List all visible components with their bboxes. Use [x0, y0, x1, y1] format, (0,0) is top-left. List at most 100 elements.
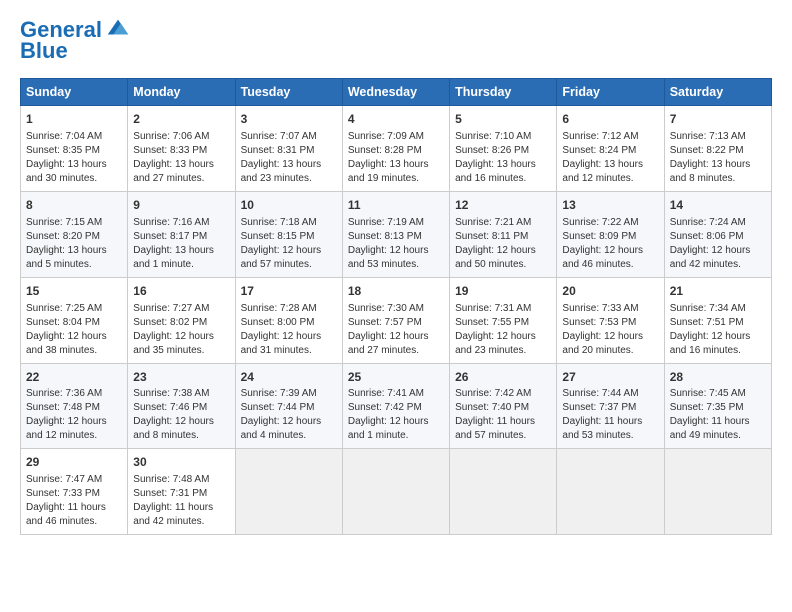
day-info-line: Sunrise: 7:22 AM	[562, 216, 658, 230]
day-info-line: Sunrise: 7:16 AM	[133, 216, 229, 230]
day-info-line: Daylight: 12 hours and 50 minutes.	[455, 244, 551, 272]
col-thursday: Thursday	[450, 79, 557, 106]
day-cell	[450, 449, 557, 535]
day-number: 5	[455, 111, 551, 128]
day-info-line: Sunset: 8:02 PM	[133, 316, 229, 330]
day-number: 18	[348, 283, 444, 300]
day-number: 10	[241, 197, 337, 214]
day-info-line: Sunset: 8:06 PM	[670, 230, 766, 244]
day-number: 30	[133, 454, 229, 471]
day-info-line: Sunset: 7:33 PM	[26, 487, 122, 501]
day-number: 28	[670, 369, 766, 386]
day-cell: 14Sunrise: 7:24 AMSunset: 8:06 PMDayligh…	[664, 191, 771, 277]
day-cell: 29Sunrise: 7:47 AMSunset: 7:33 PMDayligh…	[21, 449, 128, 535]
day-info-line: Sunrise: 7:06 AM	[133, 130, 229, 144]
day-cell: 15Sunrise: 7:25 AMSunset: 8:04 PMDayligh…	[21, 277, 128, 363]
day-cell: 2Sunrise: 7:06 AMSunset: 8:33 PMDaylight…	[128, 106, 235, 192]
day-info-line: Daylight: 12 hours and 35 minutes.	[133, 330, 229, 358]
day-number: 20	[562, 283, 658, 300]
day-info-line: Daylight: 12 hours and 12 minutes.	[26, 415, 122, 443]
day-info-line: Sunrise: 7:09 AM	[348, 130, 444, 144]
col-sunday: Sunday	[21, 79, 128, 106]
day-info-line: Daylight: 13 hours and 23 minutes.	[241, 158, 337, 186]
day-number: 11	[348, 197, 444, 214]
day-number: 24	[241, 369, 337, 386]
day-info-line: Sunset: 8:15 PM	[241, 230, 337, 244]
day-cell: 24Sunrise: 7:39 AMSunset: 7:44 PMDayligh…	[235, 363, 342, 449]
day-info-line: Daylight: 13 hours and 30 minutes.	[26, 158, 122, 186]
day-info-line: Sunrise: 7:33 AM	[562, 302, 658, 316]
day-info-line: Sunrise: 7:12 AM	[562, 130, 658, 144]
col-saturday: Saturday	[664, 79, 771, 106]
day-info-line: Sunset: 8:13 PM	[348, 230, 444, 244]
day-info-line: Sunset: 7:55 PM	[455, 316, 551, 330]
day-info-line: Daylight: 11 hours and 57 minutes.	[455, 415, 551, 443]
day-info-line: Sunset: 8:09 PM	[562, 230, 658, 244]
day-info-line: Sunrise: 7:47 AM	[26, 473, 122, 487]
day-cell: 17Sunrise: 7:28 AMSunset: 8:00 PMDayligh…	[235, 277, 342, 363]
day-info-line: Sunset: 8:00 PM	[241, 316, 337, 330]
day-number: 21	[670, 283, 766, 300]
day-number: 26	[455, 369, 551, 386]
day-cell: 25Sunrise: 7:41 AMSunset: 7:42 PMDayligh…	[342, 363, 449, 449]
day-cell: 13Sunrise: 7:22 AMSunset: 8:09 PMDayligh…	[557, 191, 664, 277]
day-info-line: Sunrise: 7:10 AM	[455, 130, 551, 144]
day-info-line: Daylight: 12 hours and 8 minutes.	[133, 415, 229, 443]
day-info-line: Daylight: 11 hours and 42 minutes.	[133, 501, 229, 529]
week-row-2: 8Sunrise: 7:15 AMSunset: 8:20 PMDaylight…	[21, 191, 772, 277]
day-info-line: Sunset: 8:24 PM	[562, 144, 658, 158]
day-info-line: Sunset: 8:35 PM	[26, 144, 122, 158]
day-info-line: Daylight: 12 hours and 42 minutes.	[670, 244, 766, 272]
day-info-line: Sunrise: 7:45 AM	[670, 387, 766, 401]
day-number: 17	[241, 283, 337, 300]
day-info-line: Sunset: 8:22 PM	[670, 144, 766, 158]
day-info-line: Sunset: 7:57 PM	[348, 316, 444, 330]
header-row: Sunday Monday Tuesday Wednesday Thursday…	[21, 79, 772, 106]
day-cell: 12Sunrise: 7:21 AMSunset: 8:11 PMDayligh…	[450, 191, 557, 277]
day-cell: 19Sunrise: 7:31 AMSunset: 7:55 PMDayligh…	[450, 277, 557, 363]
day-cell: 9Sunrise: 7:16 AMSunset: 8:17 PMDaylight…	[128, 191, 235, 277]
day-info-line: Sunrise: 7:28 AM	[241, 302, 337, 316]
day-info-line: Sunrise: 7:15 AM	[26, 216, 122, 230]
day-number: 13	[562, 197, 658, 214]
day-number: 12	[455, 197, 551, 214]
day-info-line: Daylight: 13 hours and 8 minutes.	[670, 158, 766, 186]
day-info-line: Daylight: 13 hours and 16 minutes.	[455, 158, 551, 186]
day-number: 2	[133, 111, 229, 128]
day-cell: 30Sunrise: 7:48 AMSunset: 7:31 PMDayligh…	[128, 449, 235, 535]
day-info-line: Sunset: 8:26 PM	[455, 144, 551, 158]
day-info-line: Sunrise: 7:31 AM	[455, 302, 551, 316]
day-number: 19	[455, 283, 551, 300]
day-info-line: Daylight: 11 hours and 53 minutes.	[562, 415, 658, 443]
day-info-line: Daylight: 13 hours and 19 minutes.	[348, 158, 444, 186]
day-info-line: Daylight: 12 hours and 20 minutes.	[562, 330, 658, 358]
day-info-line: Sunrise: 7:39 AM	[241, 387, 337, 401]
day-info-line: Daylight: 13 hours and 12 minutes.	[562, 158, 658, 186]
week-row-1: 1Sunrise: 7:04 AMSunset: 8:35 PMDaylight…	[21, 106, 772, 192]
day-info-line: Sunset: 7:51 PM	[670, 316, 766, 330]
day-info-line: Sunset: 7:35 PM	[670, 401, 766, 415]
day-number: 6	[562, 111, 658, 128]
day-cell: 16Sunrise: 7:27 AMSunset: 8:02 PMDayligh…	[128, 277, 235, 363]
header: General Blue	[20, 18, 772, 64]
day-cell: 22Sunrise: 7:36 AMSunset: 7:48 PMDayligh…	[21, 363, 128, 449]
day-info-line: Sunset: 7:42 PM	[348, 401, 444, 415]
day-cell: 27Sunrise: 7:44 AMSunset: 7:37 PMDayligh…	[557, 363, 664, 449]
day-info-line: Sunrise: 7:25 AM	[26, 302, 122, 316]
day-info-line: Sunset: 8:20 PM	[26, 230, 122, 244]
day-info-line: Daylight: 12 hours and 27 minutes.	[348, 330, 444, 358]
week-row-3: 15Sunrise: 7:25 AMSunset: 8:04 PMDayligh…	[21, 277, 772, 363]
day-info-line: Sunrise: 7:13 AM	[670, 130, 766, 144]
day-number: 7	[670, 111, 766, 128]
day-number: 16	[133, 283, 229, 300]
day-info-line: Daylight: 11 hours and 49 minutes.	[670, 415, 766, 443]
day-info-line: Sunrise: 7:18 AM	[241, 216, 337, 230]
day-cell	[664, 449, 771, 535]
logo-icon	[104, 14, 132, 42]
day-number: 27	[562, 369, 658, 386]
col-monday: Monday	[128, 79, 235, 106]
day-number: 29	[26, 454, 122, 471]
day-cell: 20Sunrise: 7:33 AMSunset: 7:53 PMDayligh…	[557, 277, 664, 363]
day-info-line: Sunset: 7:37 PM	[562, 401, 658, 415]
day-number: 23	[133, 369, 229, 386]
